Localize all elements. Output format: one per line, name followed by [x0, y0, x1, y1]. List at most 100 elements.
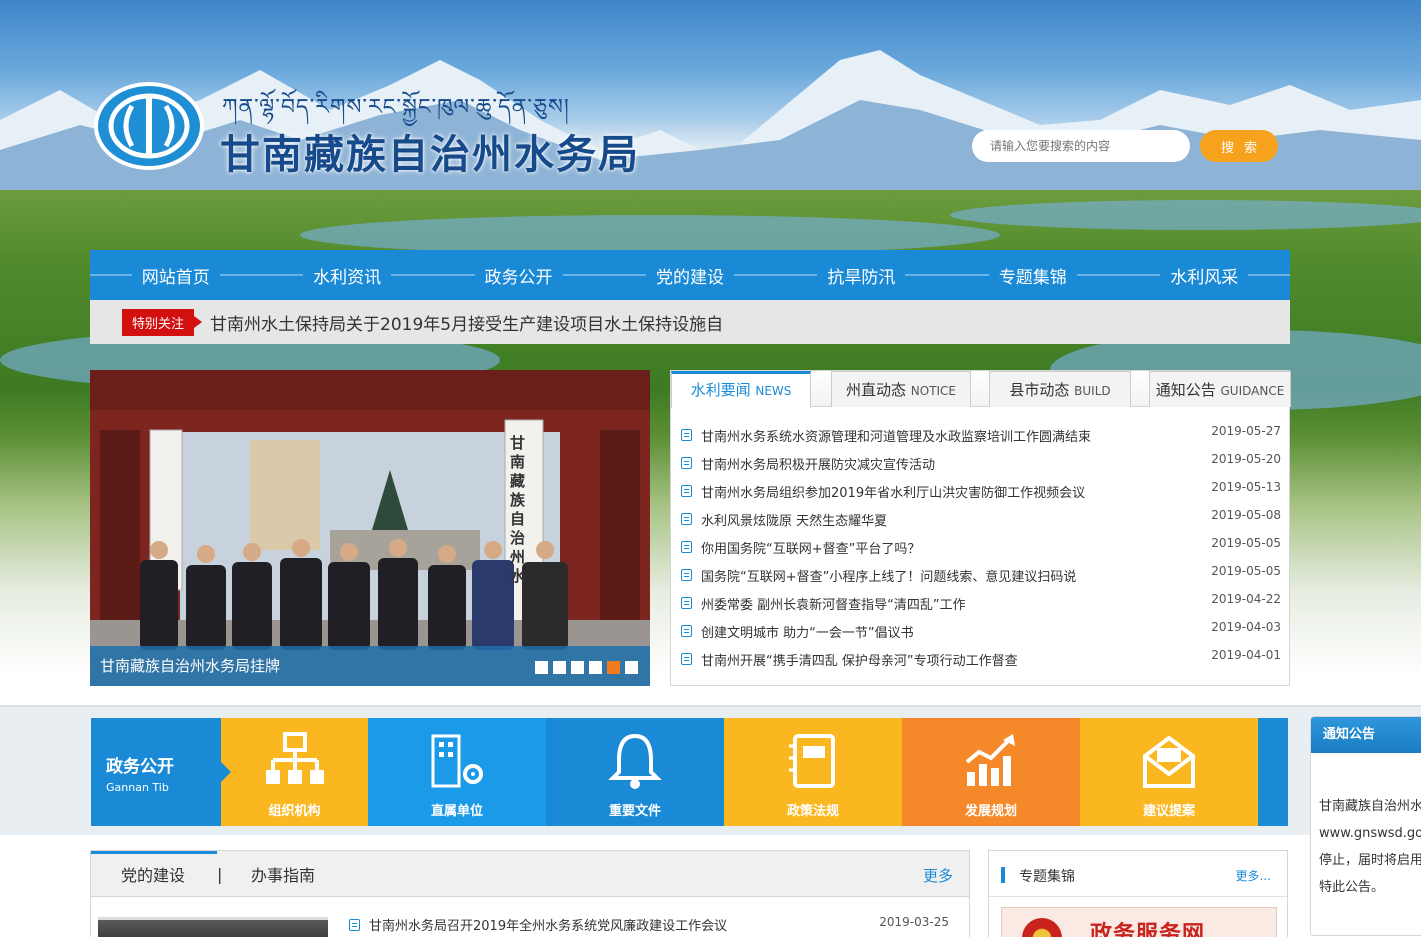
news-list: 甘南州水务系统水资源管理和河道管理及水政监察培训工作圆满结束 2019-05-27… [681, 421, 1281, 673]
tab-county-news[interactable]: 县市动态 BUILD [989, 371, 1131, 407]
news-title[interactable]: 甘南州水务局组织参加2019年省水利厅山洪灾害防御工作视频会议 [701, 482, 1201, 501]
news-title[interactable]: 甘南州水务局召开2019年全州水务系统党风廉政建设工作会议 [369, 915, 869, 934]
search-input[interactable] [972, 130, 1190, 162]
news-title[interactable]: 州委常委 副州长袁新河督查指导“清四乱”工作 [701, 594, 1201, 613]
nav-item-label: 抗旱防汛 [817, 262, 906, 288]
tab-party-building[interactable]: 党的建设 [91, 851, 217, 897]
service-label: 组织机构 [268, 804, 321, 819]
topics-title: 专题集锦 [1019, 869, 1075, 885]
service-development-plan[interactable]: 发展规划 [902, 718, 1080, 826]
site-title[interactable]: 甘南藏族自治州水务局 [220, 122, 640, 180]
service-policies-regulations[interactable]: 政策法规 [724, 718, 902, 826]
list-item[interactable]: 创建文明城市 助力“一会一节”倡议书 2019-04-03 [681, 617, 1281, 645]
news-panel: 水利要闻 NEWS 州直动态 NOTICE 县市动态 BUILD 通知公告 GU… [670, 370, 1291, 686]
news-date: 2019-05-13 [1211, 480, 1281, 494]
slider-dot[interactable] [553, 661, 566, 674]
news-date: 2019-05-05 [1211, 564, 1281, 578]
water-logo-icon [108, 93, 190, 159]
slider-dot[interactable] [625, 661, 638, 674]
public-affairs-services: 政务公开 Gannan Tib 组织机构 直属单位 重要文件 政策法规 发展规划… [91, 718, 1288, 826]
nav-item-public-affairs[interactable]: 政务公开 [432, 250, 605, 300]
list-item[interactable]: 国务院“互联网+督查”小程序上线了！问题线索、意见建议扫码说 2019-05-05 [681, 561, 1281, 589]
nav-item-home[interactable]: 网站首页 [90, 250, 262, 300]
snow-mountains-illustration [0, 50, 1421, 190]
services-more-edge[interactable] [1258, 718, 1288, 826]
news-title[interactable]: 甘南州水务系统水资源管理和河道管理及水政监察培训工作圆满结束 [701, 426, 1201, 445]
envelope-icon [1143, 735, 1195, 788]
service-proposals[interactable]: 建议提案 [1080, 718, 1258, 826]
party-news-thumbnail[interactable] [98, 917, 328, 937]
news-date: 2019-03-25 [879, 914, 949, 929]
service-label: 重要文件 [608, 804, 661, 819]
tab-label: 水利要闻 [690, 381, 751, 399]
document-icon [681, 513, 692, 525]
special-notice-tag: 特别关注 [122, 308, 203, 336]
service-important-documents[interactable]: 重要文件 [546, 718, 724, 826]
services-subtitle: Gannan Tib [106, 781, 169, 794]
service-label: 建议提案 [1142, 804, 1195, 819]
nav-item-label: 专题集锦 [988, 262, 1077, 288]
floating-notice-panel: 通知公告 甘南藏族自治州水 www.gnswsd.go 停止，届时将启用 特此公… [1310, 716, 1421, 936]
national-emblem-icon [1022, 918, 1062, 937]
tab-label: 州直动态 [845, 381, 906, 399]
list-item[interactable]: 甘南州水务局组织参加2019年省水利厅山洪灾害防御工作视频会议 2019-05-1… [681, 477, 1281, 505]
floating-notice-line: 甘南藏族自治州水 [1319, 799, 1421, 814]
service-org-structure[interactable]: 组织机构 [221, 718, 368, 826]
gov-service-banner[interactable]: 政务服务网 [1001, 907, 1277, 937]
special-notice-link[interactable]: 甘南州水土保持局关于2019年5月接受生产建设项目水土保持设施自 [210, 310, 723, 335]
site-logo[interactable] [94, 82, 204, 170]
floating-notice-body[interactable]: 甘南藏族自治州水 www.gnswsd.go 停止，届时将启用 特此公告。 [1311, 753, 1421, 901]
building-gear-icon [431, 734, 483, 788]
topics-more-link[interactable]: 更多... [1236, 867, 1271, 884]
nav-item-label: 政务公开 [474, 262, 563, 288]
tab-label-en: NEWS [755, 384, 792, 398]
nav-item-party[interactable]: 党的建设 [604, 250, 776, 300]
party-more-link[interactable]: 更多 [923, 865, 953, 886]
slider-sign-text: 甘南藏族自治州水 [510, 434, 526, 585]
nav-item-label: 网站首页 [131, 262, 220, 288]
search-button[interactable]: 搜索 [1200, 130, 1278, 162]
list-item[interactable]: 甘南州水务系统水资源管理和河道管理及水政监察培训工作圆满结束 2019-05-27 [681, 421, 1281, 449]
growth-chart-icon [965, 734, 1015, 786]
nav-item-label: 党的建设 [645, 262, 734, 288]
news-date: 2019-04-22 [1211, 592, 1281, 606]
nav-item-label: 水利资讯 [303, 262, 392, 288]
nav-item-topics[interactable]: 专题集锦 [947, 250, 1119, 300]
tab-service-guide[interactable]: 办事指南 [251, 851, 315, 897]
news-title[interactable]: 创建文明城市 助力“一会一节”倡议书 [701, 622, 1201, 641]
gov-service-banner-text: 政务服务网 [1090, 921, 1206, 937]
tab-label: 通知公告 [1155, 381, 1216, 399]
slider-dot[interactable] [535, 661, 548, 674]
party-building-panel: 党的建设 | 办事指南 更多 甘南州水务局召开2019年全州水务系统党风廉政建设… [90, 850, 970, 937]
bell-icon [608, 733, 662, 789]
slider-dot[interactable] [589, 661, 602, 674]
news-title[interactable]: 甘南州开展“携手清四乱 保护母亲河”专项行动工作督查 [701, 650, 1201, 669]
news-date: 2019-04-03 [1211, 620, 1281, 634]
service-affiliated-units[interactable]: 直属单位 [368, 718, 546, 826]
news-title[interactable]: 国务院“互联网+督查”小程序上线了！问题线索、意见建议扫码说 [701, 566, 1201, 585]
slider-dot-active[interactable] [607, 661, 620, 674]
list-item[interactable]: 甘南州开展“携手清四乱 保护母亲河”专项行动工作督查 2019-04-01 [681, 645, 1281, 673]
list-item[interactable]: 水利风景炫陇原 天然生态耀华夏 2019-05-08 [681, 505, 1281, 533]
news-title[interactable]: 水利风景炫陇原 天然生态耀华夏 [701, 510, 1201, 529]
slider-dot[interactable] [571, 661, 584, 674]
list-item[interactable]: 你用国务院“互联网+督查”平台了吗？ 2019-05-05 [681, 533, 1281, 561]
news-date: 2019-05-27 [1211, 424, 1281, 438]
tab-prefecture-news[interactable]: 州直动态 NOTICE [831, 371, 971, 407]
nav-item-news[interactable]: 水利资讯 [261, 250, 433, 300]
nav-item-flood-control[interactable]: 抗旱防汛 [775, 250, 948, 300]
list-item[interactable]: 州委常委 副州长袁新河督查指导“清四乱”工作 2019-04-22 [681, 589, 1281, 617]
tab-water-news[interactable]: 水利要闻 NEWS [671, 371, 811, 408]
topics-header: 专题集锦 更多... [989, 851, 1287, 897]
tab-separator: | [217, 865, 223, 884]
news-date: 2019-05-20 [1211, 452, 1281, 466]
document-icon [681, 653, 692, 665]
list-item[interactable]: 甘南州水务局积极开展防灾减灾宣传活动 2019-05-20 [681, 449, 1281, 477]
photo-slider[interactable]: 甘南藏族自治州水 甘南藏族自治州水务局挂牌 [90, 370, 650, 686]
tab-announcements[interactable]: 通知公告 GUIDANCE [1149, 371, 1291, 407]
news-title[interactable]: 你用国务院“互联网+督查”平台了吗？ [701, 538, 1201, 557]
news-title[interactable]: 甘南州水务局积极开展防灾减灾宣传活动 [701, 454, 1201, 473]
nav-item-gallery[interactable]: 水利风采 [1118, 250, 1290, 300]
list-item[interactable]: 甘南州水务局召开2019年全州水务系统党风廉政建设工作会议 2019-03-25 [349, 915, 949, 934]
floating-notice-line: www.gnswsd.go [1319, 826, 1421, 841]
